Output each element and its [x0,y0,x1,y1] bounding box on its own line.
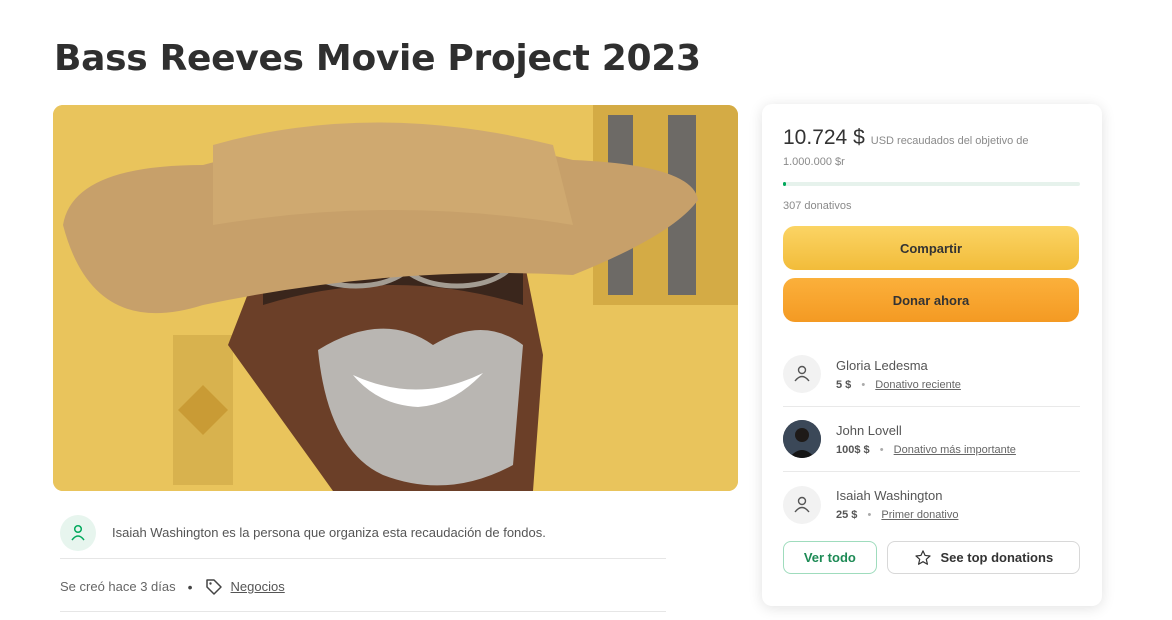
campaign-meta: Se creó hace 3 días • Negocios [60,562,666,612]
organizer-person-icon [60,514,96,551]
donor-amount: 5 $ [836,378,852,391]
progress-bar [783,182,1080,186]
progress-fill [783,182,787,186]
share-button[interactable]: Compartir [783,226,1079,270]
campaign-image [53,105,738,491]
page-title: Bass Reeves Movie Project 2023 [54,38,701,79]
donor-item: Gloria Ledesma 5 $ • Donativo reciente [783,342,1080,407]
donor-name: Isaiah Washington [836,488,943,503]
donor-list: Gloria Ledesma 5 $ • Donativo reciente J… [783,342,1080,537]
donor-actions: Ver todo See top donations [783,541,1080,574]
donor-item: John Lovell 100$ $ • Donativo más import… [783,407,1080,472]
top-donations-label: See top donations [940,550,1054,565]
donations-count: 307 donativos [783,200,852,212]
raised-amount: 10.724 $ [783,126,865,149]
donor-label-link[interactable]: Donativo reciente [875,379,961,391]
organizer-text: Isaiah Washington es la persona que orga… [112,525,546,540]
category-link[interactable]: Negocios [231,579,285,594]
raised-summary: 10.724 $ USD recaudados del objetivo de [783,126,1080,150]
donor-separator: • [861,378,866,391]
top-donations-button[interactable]: See top donations [886,541,1080,574]
donation-sidebar: 10.724 $ USD recaudados del objetivo de … [762,104,1102,606]
view-all-button[interactable]: Ver todo [783,541,877,574]
donor-name: Gloria Ledesma [836,357,928,373]
donate-button[interactable]: Donar ahora [783,278,1079,322]
tag-icon [205,578,223,596]
donor-item: Isaiah Washington 25 $ • Primer donativo [783,472,1080,537]
donor-separator: • [879,443,884,456]
raised-label: USD recaudados del objetivo de [870,135,1029,147]
donor-label-link[interactable]: Donativo más importante [894,444,1016,456]
donor-name: John Lovell [836,422,902,438]
donor-amount: 100$ $ [836,443,870,456]
donor-amount: 25 $ [836,509,858,521]
star-icon [914,549,932,567]
donor-separator: • [867,509,872,521]
goal-amount: 1.000.000 $r [783,156,845,168]
donor-label-link[interactable]: Primer donativo [881,509,958,521]
avatar [783,420,821,458]
meta-separator: • [187,578,193,595]
created-time: Se creó hace 3 días [60,579,176,594]
person-icon [783,355,821,393]
person-icon [783,485,821,524]
organizer-row: Isaiah Washington es la persona que orga… [60,507,666,559]
